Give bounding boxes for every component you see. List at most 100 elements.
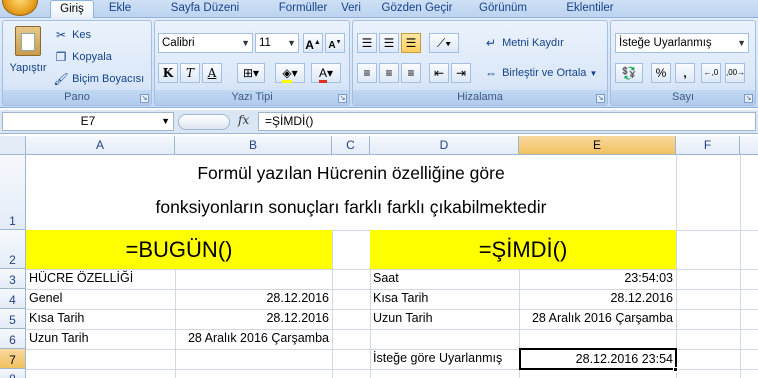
bold-button[interactable]: K — [158, 63, 178, 83]
align-center-button[interactable]: ≡ — [379, 63, 399, 83]
increase-decimal-icon: ←,0 — [703, 68, 719, 77]
align-middle-button[interactable]: ☰ — [379, 33, 399, 53]
row-header-7[interactable]: 7 — [0, 349, 26, 369]
increase-decimal-button[interactable]: ←,0 — [701, 63, 721, 83]
row-header-6[interactable]: 6 — [0, 329, 26, 349]
cell-a4[interactable]: Genel — [29, 291, 62, 305]
merge-center-button[interactable]: ⇔ Birleştir ve Ortala ▼ — [483, 64, 597, 82]
alignment-launcher-icon[interactable]: ↘ — [596, 94, 605, 103]
increase-indent-button[interactable]: ⇥ — [451, 63, 471, 83]
formula-bar-splitter[interactable] — [178, 114, 230, 130]
tab-insert[interactable]: Ekle — [98, 0, 142, 18]
wrap-text-label: Metni Kaydır — [502, 37, 564, 49]
tab-data[interactable]: Veri — [328, 0, 374, 18]
number-group-label: Sayı — [611, 90, 755, 105]
cell-d7[interactable]: İsteğe göre Uyarlanmış — [373, 351, 502, 365]
align-bottom-icon: ☰ — [405, 36, 417, 50]
cell-d4[interactable]: Kısa Tarih — [373, 291, 428, 305]
align-bottom-button[interactable]: ☰ — [401, 33, 421, 53]
select-all-button[interactable] — [0, 136, 26, 155]
cell-b6[interactable]: 28 Aralık 2016 Çarşamba — [178, 331, 329, 345]
fill-handle[interactable] — [673, 367, 678, 372]
align-top-button[interactable]: ☰ — [357, 33, 377, 53]
title-merged-cell[interactable]: Formül yazılan Hücrenin özelliğine göre … — [26, 155, 676, 230]
paste-button[interactable]: Yapıştır — [7, 24, 49, 86]
paint-bucket-icon: ◈ — [282, 66, 292, 83]
column-header-g[interactable] — [740, 136, 758, 155]
row-header-4[interactable]: 4 — [0, 289, 26, 309]
simdi-merged-cell[interactable]: =ŞİMDİ() — [370, 230, 676, 269]
cell-e5[interactable]: 28 Aralık 2016 Çarşamba — [522, 311, 673, 325]
column-header-e[interactable]: E — [519, 136, 676, 155]
office-button[interactable] — [2, 0, 38, 16]
row-header-3[interactable]: 3 — [0, 269, 26, 289]
tab-add-ins[interactable]: Eklentiler — [550, 0, 630, 18]
chevron-down-icon: ▼ — [161, 116, 170, 126]
cell-d3[interactable]: Saat — [373, 271, 399, 285]
tab-view[interactable]: Görünüm — [468, 0, 538, 18]
insert-function-icon[interactable]: fx — [238, 113, 249, 127]
row-header-2[interactable]: 2 — [0, 230, 26, 269]
percent-button[interactable]: % — [651, 63, 671, 83]
worksheet-grid[interactable]: A B C D E F 1 2 3 4 5 6 7 8 Formül yazıl… — [0, 136, 758, 378]
font-launcher-icon[interactable]: ↘ — [338, 94, 347, 103]
number-format-select[interactable]: İsteğe Uyarlanmış ▼ — [615, 33, 749, 53]
cell-a6[interactable]: Uzun Tarih — [29, 331, 89, 345]
column-header-b[interactable]: B — [175, 136, 332, 155]
column-header-d[interactable]: D — [370, 136, 519, 155]
font-size-select[interactable]: 11 ▼ — [255, 33, 299, 53]
paintbrush-icon: 🖌 — [53, 72, 69, 87]
cell-e3[interactable]: 23:54:03 — [522, 271, 673, 285]
decrease-indent-button[interactable]: ⇤ — [429, 63, 449, 83]
align-right-button[interactable]: ≡ — [401, 63, 421, 83]
format-painter-button[interactable]: 🖌 Biçim Boyacısı — [53, 70, 144, 88]
fill-color-button[interactable]: ◈▾ — [275, 63, 305, 83]
row-header-5[interactable]: 5 — [0, 309, 26, 329]
row-header-1[interactable]: 1 — [0, 155, 26, 230]
copy-button[interactable]: ❐ Kopyala — [53, 48, 112, 66]
cell-d5[interactable]: Uzun Tarih — [373, 311, 433, 325]
decrease-decimal-button[interactable]: ,00→ — [725, 63, 745, 83]
cut-button[interactable]: ✂ Kes — [53, 26, 91, 44]
shrink-font-button[interactable]: A▼ — [325, 33, 345, 53]
name-box[interactable]: E7 ▼ — [2, 112, 174, 131]
orientation-button[interactable]: ⟋▾ — [429, 33, 459, 53]
cell-e4[interactable]: 28.12.2016 — [522, 291, 673, 305]
font-color-button[interactable]: A▾ — [311, 63, 341, 83]
row-header-8[interactable]: 8 — [0, 369, 26, 378]
tab-page-layout[interactable]: Sayfa Düzeni — [150, 0, 260, 18]
cell-b5[interactable]: 28.12.2016 — [178, 311, 329, 325]
column-header-c[interactable]: C — [332, 136, 370, 155]
wrap-text-button[interactable]: ↵ Metni Kaydır — [483, 34, 564, 52]
font-name-select[interactable]: Calibri ▼ — [158, 33, 253, 53]
cell-a3[interactable]: HÜCRE ÖZELLİĞİ — [29, 271, 133, 285]
font-name-value: Calibri — [162, 37, 195, 49]
bugun-merged-cell[interactable]: =BUGÜN() — [26, 230, 332, 269]
number-launcher-icon[interactable]: ↘ — [744, 94, 753, 103]
cell-a5[interactable]: Kısa Tarih — [29, 311, 84, 325]
formula-input[interactable]: =ŞİMDİ() — [258, 112, 756, 131]
comma-button[interactable]: , — [675, 63, 695, 83]
font-group-label: Yazı Tipi — [155, 90, 349, 105]
align-left-button[interactable]: ≡ — [357, 63, 377, 83]
underline-button[interactable]: A — [202, 63, 222, 83]
scissors-icon: ✂ — [55, 28, 67, 43]
font-size-value: 11 — [259, 37, 271, 49]
font-group: Calibri ▼ 11 ▼ A▲ A▼ K T A ⊞▾ ◈▾ A▾ Yazı… — [154, 20, 350, 106]
grow-font-button[interactable]: A▲ — [303, 33, 323, 53]
formula-bar: E7 ▼ fx =ŞİMDİ() — [0, 110, 758, 134]
active-cell-e7[interactable]: 28.12.2016 23:54 — [519, 348, 677, 370]
italic-button[interactable]: T — [180, 63, 200, 83]
column-header-a[interactable]: A — [26, 136, 175, 155]
decrease-indent-icon: ⇤ — [433, 66, 445, 80]
borders-button[interactable]: ⊞▾ — [237, 63, 265, 83]
column-header-f[interactable]: F — [676, 136, 740, 155]
clipboard-group: Yapıştır ✂ Kes ❐ Kopyala 🖌 Biçim Boyacıs… — [2, 20, 152, 106]
cell-b4[interactable]: 28.12.2016 — [178, 291, 329, 305]
currency-button[interactable]: 💱 — [615, 63, 643, 83]
tab-home[interactable]: Giriş — [50, 0, 94, 19]
tab-review[interactable]: Gözden Geçir — [372, 0, 462, 18]
decrease-decimal-icon: ,00→ — [726, 68, 746, 77]
align-right-icon: ≡ — [407, 66, 415, 80]
clipboard-launcher-icon[interactable]: ↘ — [140, 94, 149, 103]
